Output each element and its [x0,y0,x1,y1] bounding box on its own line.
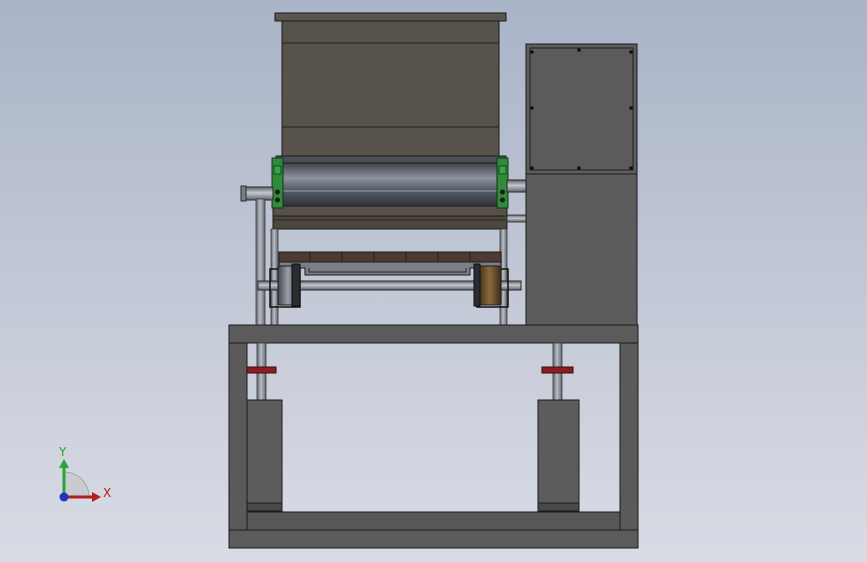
roller-base-plate [272,215,508,230]
coordinate-triad[interactable]: X Y [58,445,111,502]
bearing-hole [275,197,280,203]
feed-roller [280,162,501,207]
panel-screw [577,48,581,52]
x-axis-arrowhead [92,492,101,502]
frame-bottom-beam [228,529,639,549]
hopper[interactable] [274,12,507,158]
panel-screw [530,166,534,170]
roller-shaft-end-left [242,186,274,201]
guide-rod-left-inner [270,228,279,327]
cad-viewport[interactable]: X Y [0,0,867,562]
cabinet-lower [525,173,638,326]
frame-right-post [619,342,639,531]
pulley-hub [473,263,481,307]
panel-screw [629,50,633,54]
pulley-wheel [477,265,502,306]
bearing-rib [498,165,507,175]
hopper-body [281,20,500,158]
bearing-hole [275,189,280,195]
leg-clamp [541,366,574,374]
pulley-hub [291,263,301,307]
feed-roller-assembly[interactable] [240,155,528,230]
roller-shaft-end-right [506,179,528,193]
tray-assembly[interactable] [278,251,502,276]
leg-foot [246,502,283,512]
panel-screw [629,166,633,170]
leg-foot [537,502,580,512]
frame-inner-rail [246,511,621,531]
roller-bottom-plate [272,205,508,217]
tray-channel [278,261,502,276]
support-leg-left[interactable] [246,342,283,512]
guide-rod-left-outer [255,198,266,327]
support-leg-right[interactable] [537,342,580,512]
leg-clamp [246,366,277,374]
frame-top-beam [228,324,639,344]
cabinet-access-panel[interactable] [529,47,634,171]
y-axis-label: Y [58,445,67,459]
panel-screw [530,106,534,110]
panel-screw [577,166,581,170]
bearing-hole [500,189,505,195]
triad-rotation-arc [63,471,90,498]
roller-lower-shaft-right [506,214,528,223]
tray-plate [278,251,502,263]
z-axis-marker [59,492,69,502]
side-bearing-right[interactable] [496,157,509,209]
x-axis-label: X [103,486,111,500]
hopper-top-lip [274,12,507,22]
side-bearing-left[interactable] [271,157,284,209]
leg-housing [537,399,580,505]
panel-screw [530,50,534,54]
leg-housing [246,399,283,505]
bearing-rib [273,165,282,175]
frame-left-post [228,342,248,531]
panel-screw [629,106,633,110]
roller-shaft-end-left-cap [240,185,247,202]
bearing-hole [500,197,505,203]
y-axis-arrowhead [59,459,69,468]
control-cabinet[interactable] [525,43,638,326]
